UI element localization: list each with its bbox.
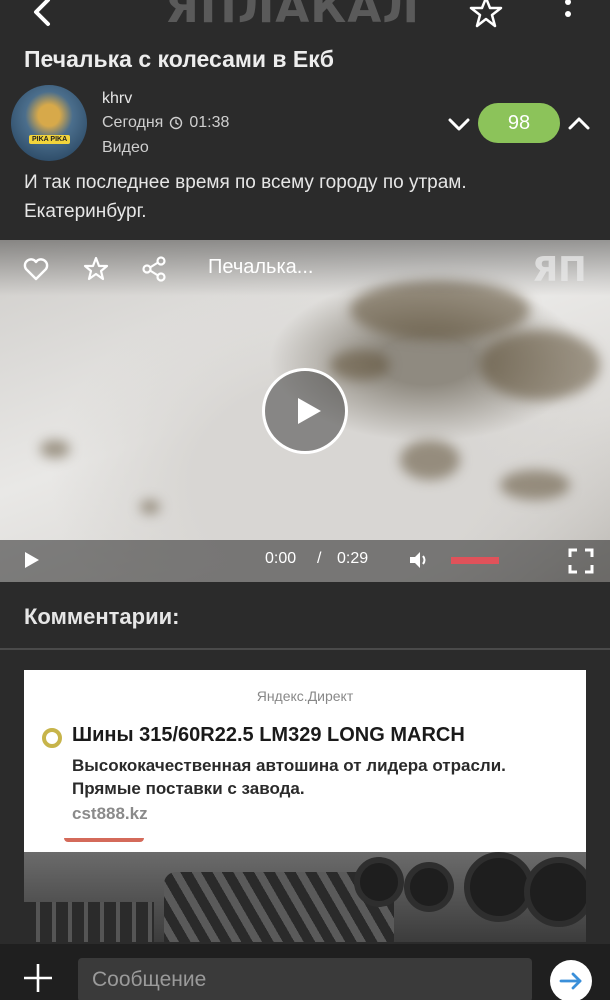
post-title: Печалька с колесами в Екб (24, 46, 334, 72)
play-small-icon[interactable] (22, 551, 40, 569)
video-duration: 0:29 (337, 550, 369, 567)
divider (0, 648, 610, 650)
more-vertical-icon[interactable] (556, 0, 580, 32)
ad-accent (64, 838, 144, 842)
ad-description: Высококачественная автошина от лидера от… (72, 756, 506, 798)
post-type: Видео (102, 139, 149, 156)
plus-icon[interactable] (20, 960, 56, 996)
vote-up-icon[interactable] (565, 110, 593, 138)
star-icon[interactable] (466, 0, 506, 32)
volume-icon[interactable] (408, 549, 430, 571)
post-datetime: Сегодня 01:38 (102, 114, 229, 132)
video-title: Печалька... (208, 256, 314, 278)
rating-badge: 98 (478, 103, 560, 143)
ad-title[interactable]: Шины 315/60R22.5 LM329 LONG MARCH (72, 724, 465, 747)
site-logo[interactable]: ЯПЛАКАЛ (165, 0, 420, 33)
avatar[interactable]: PIKA PIKA (11, 85, 87, 161)
message-input[interactable] (78, 958, 532, 1000)
avatar-tag: PIKA PIKA (29, 135, 71, 144)
video-controls (0, 540, 610, 582)
back-icon[interactable] (22, 0, 62, 34)
fullscreen-icon[interactable] (568, 548, 594, 574)
ad-favicon-icon (42, 728, 62, 748)
volume-slider[interactable] (451, 557, 499, 564)
ad-card[interactable]: Яндекс.Директ Шины 315/60R22.5 LM329 LON… (24, 670, 586, 942)
ad-source: Яндекс.Директ (256, 688, 354, 704)
post-text: И так последнее время по всему городу по… (24, 172, 467, 222)
arrow-right-icon (559, 972, 582, 990)
play-icon (298, 398, 321, 424)
heart-icon[interactable] (22, 255, 50, 283)
play-button[interactable] (262, 368, 348, 454)
post-date: Сегодня (102, 114, 164, 131)
comments-heading: Комментарии: (24, 604, 180, 629)
star-outline-icon[interactable] (82, 255, 110, 283)
clock-icon (170, 116, 183, 130)
vote-down-icon[interactable] (445, 110, 473, 138)
current-time: 0:00 (265, 550, 297, 567)
ad-domain[interactable]: cst888.kz (72, 804, 148, 824)
share-icon[interactable] (140, 255, 168, 283)
video-watermark: ЯП (532, 250, 587, 290)
top-app-bar: ЯПЛАКАЛ (0, 0, 610, 40)
send-button[interactable] (550, 960, 592, 1000)
author-name[interactable]: khrv (102, 90, 132, 108)
ad-image[interactable] (24, 852, 586, 942)
post-time: 01:38 (189, 114, 230, 131)
time-separator: / (317, 550, 322, 567)
